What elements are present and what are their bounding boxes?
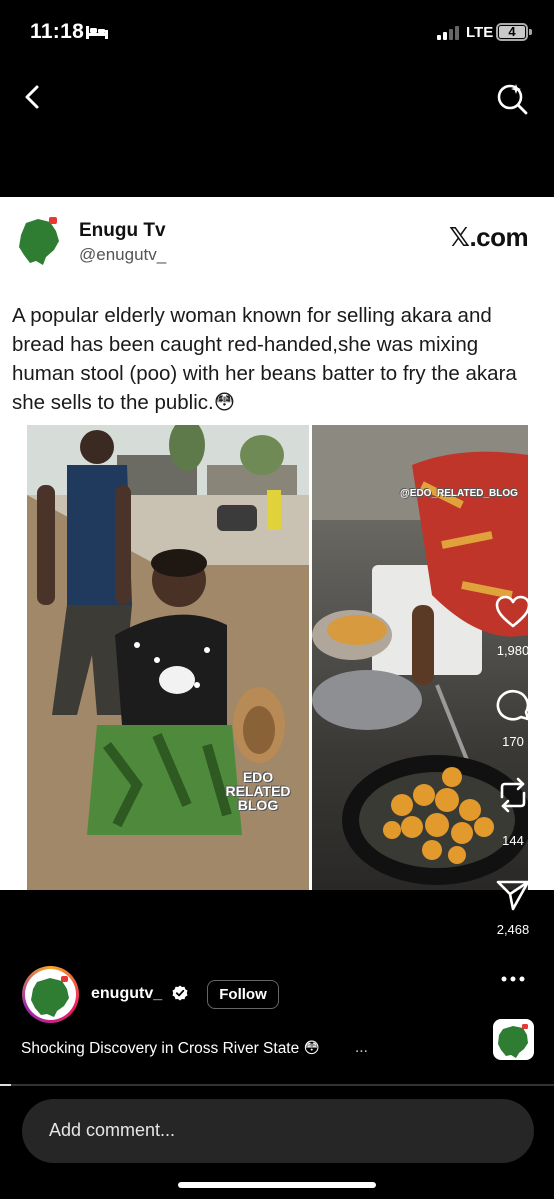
status-bar: 11:18 LTE 4	[0, 0, 554, 66]
verified-icon	[172, 985, 188, 1001]
comment-icon[interactable]	[493, 684, 533, 724]
share-icon[interactable]	[493, 875, 533, 915]
like-count: 1,980	[496, 643, 530, 658]
post-media[interactable]: Enugu Tv @enugutv_ 𝕏.com A popular elder…	[0, 197, 554, 890]
video-progress-fill	[0, 1084, 12, 1086]
caption-more[interactable]: ...	[355, 1039, 368, 1057]
tweet-author-name: Enugu Tv	[79, 220, 166, 241]
status-time: 11:18	[30, 20, 85, 43]
author-username[interactable]: enugutv_	[91, 985, 162, 1003]
heart-icon[interactable]	[493, 592, 533, 632]
network-type: LTE	[466, 24, 494, 41]
watermark-edo-blog: EDO RELATED BLOG	[225, 769, 291, 813]
back-chevron-icon[interactable]	[18, 82, 48, 112]
sleep-mode-icon	[86, 26, 108, 39]
watermark-handle: @EDO_RELATED_BLOG	[400, 488, 518, 499]
repost-icon[interactable]	[493, 775, 533, 815]
comment-input[interactable]: Add comment...	[22, 1099, 534, 1163]
comment-placeholder: Add comment...	[49, 1120, 176, 1140]
tweet-author-handle: @enugutv_	[79, 245, 167, 264]
search-sparkle-icon[interactable]	[494, 80, 530, 116]
audio-thumbnail[interactable]	[493, 1019, 534, 1060]
follow-button[interactable]: Follow	[207, 980, 279, 1009]
avatar[interactable]	[25, 969, 76, 1020]
photo-left: EDO RELATED BLOG	[27, 425, 309, 890]
enugu-tv-avatar	[19, 217, 59, 265]
signal-icon	[437, 24, 459, 40]
comment-count: 170	[502, 734, 524, 749]
battery-icon: 4	[496, 23, 528, 41]
x-logo: 𝕏.com	[449, 222, 529, 252]
more-icon[interactable]	[500, 970, 526, 988]
post-caption[interactable]: Shocking Discovery in Cross River State …	[21, 1039, 320, 1058]
tweet-text: A popular elderly woman known for sellin…	[12, 304, 517, 414]
video-progress-bar[interactable]	[0, 1084, 554, 1086]
repost-count: 144	[502, 833, 524, 848]
home-indicator	[178, 1182, 376, 1188]
share-count: 2,468	[496, 922, 530, 937]
